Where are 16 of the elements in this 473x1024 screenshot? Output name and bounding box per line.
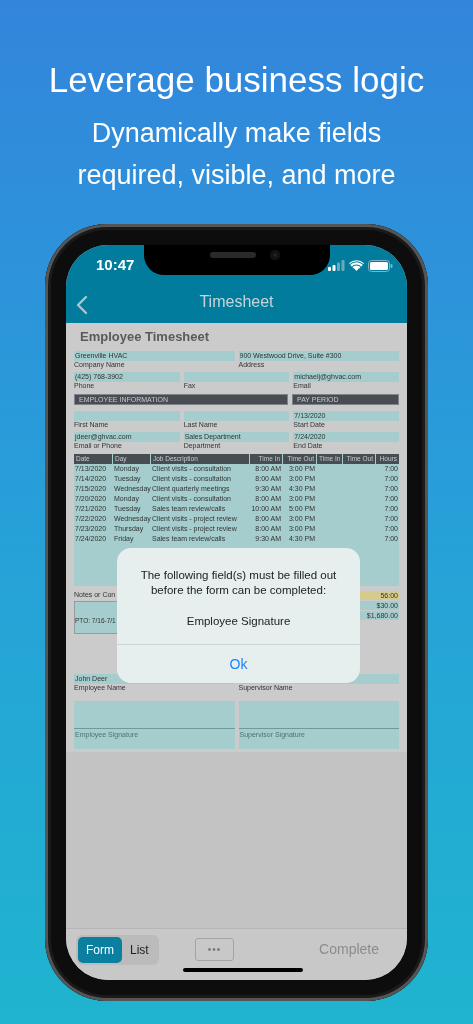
alert-message: The following field(s) must be filled out before the form can be completed: (139, 568, 338, 598)
form-field[interactable] (74, 410, 180, 421)
headline: Leverage business logic (47, 59, 426, 101)
signal-icon (328, 260, 345, 271)
back-icon[interactable] (76, 294, 88, 315)
view-tab[interactable]: List (122, 936, 157, 963)
view-tab[interactable]: Form (78, 936, 122, 963)
battery-icon (368, 259, 393, 272)
form-field[interactable] (183, 410, 290, 421)
form-title: Employee Timesheet (80, 328, 211, 346)
screen-title: Timesheet (199, 291, 274, 312)
form-field[interactable] (183, 371, 290, 382)
status-time: 10:47 (96, 255, 135, 276)
alert-field-name: Employee Signature (185, 614, 292, 629)
wifi-icon (349, 260, 364, 271)
subheadline: Dynamically make fields required, visible, and more (76, 117, 397, 192)
